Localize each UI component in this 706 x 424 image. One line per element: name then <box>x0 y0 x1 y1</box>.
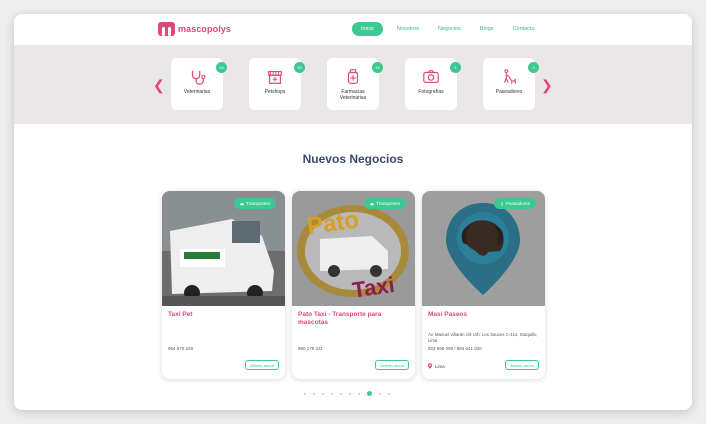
open-status-badge: Abierto ahora <box>504 360 539 370</box>
category-paseadores[interactable]: 3 Paseadores <box>483 58 539 110</box>
category-count-badge: 3 <box>528 62 539 73</box>
category-tag-label: Transportes <box>246 201 270 206</box>
walker-icon <box>501 201 503 206</box>
shop-icon <box>268 71 282 84</box>
site-header: mascopolys Inicio Nosotros Negocios Blog… <box>14 14 692 45</box>
category-tag: Transportes <box>364 198 406 209</box>
category-tag-label: Transportes <box>376 201 400 206</box>
business-address: Av. Manuel Villarán c/8 Urb. Los Sauces … <box>428 332 538 343</box>
category-tag: Paseadores <box>493 198 536 209</box>
business-phone: 954 670 229 <box>168 346 194 351</box>
carousel-prev-icon[interactable]: ❮ <box>153 78 165 92</box>
main-nav: Inicio Nosotros Negocios Blogs Contacto <box>352 22 554 36</box>
dog-walker-icon <box>503 69 517 84</box>
pagination-dot[interactable] <box>358 392 360 395</box>
pagination-dot[interactable] <box>313 392 315 395</box>
category-carousel: ❮ 44 Veterinarias 33 Petshops 15 Farmaci… <box>14 45 692 124</box>
category-veterinarias[interactable]: 44 Veterinarias <box>171 58 227 110</box>
category-petshops[interactable]: 33 Petshops <box>249 58 305 110</box>
business-name[interactable]: Pato Taxi - Transporte para mascotas <box>298 311 410 327</box>
nav-item-nosotros[interactable]: Nosotros <box>397 22 419 36</box>
business-phone: 990 179 311 <box>298 346 323 351</box>
nav-item-negocios[interactable]: Negocios <box>438 22 461 36</box>
business-district: Lima <box>428 363 445 369</box>
category-tag-label: Paseadores <box>505 201 530 206</box>
category-fotografias[interactable]: 1 Fotografías <box>405 58 461 110</box>
open-status-badge: Abierto ahora <box>374 360 409 370</box>
category-count-badge: 1 <box>450 62 461 73</box>
nav-item-inicio[interactable]: Inicio <box>352 22 383 36</box>
browser-window: mascopolys Inicio Nosotros Negocios Blog… <box>14 14 692 410</box>
pagination-dot[interactable] <box>349 392 351 395</box>
pagination-dot[interactable] <box>379 392 381 395</box>
open-status-badge: Abierto ahora <box>244 360 279 370</box>
nav-item-contacto[interactable]: Contacto <box>513 22 535 36</box>
category-count-badge: 33 <box>294 62 305 73</box>
carousel-next-icon[interactable]: ❯ <box>541 78 553 92</box>
site-logo[interactable]: mascopolys <box>158 22 231 36</box>
carousel-pagination <box>304 391 390 396</box>
category-label: Farmacias Veterinarias <box>339 89 367 101</box>
location-pin-icon <box>428 363 432 369</box>
category-count-badge: 15 <box>372 62 383 73</box>
taxi-icon <box>370 202 374 205</box>
section-title: Nuevos Negocios <box>302 152 404 166</box>
pagination-dot[interactable] <box>322 392 324 395</box>
district-label: Lima <box>435 363 445 369</box>
business-name[interactable]: Taxi Pet <box>168 311 280 319</box>
pagination-dot-active[interactable] <box>367 391 372 396</box>
business-card-pato-taxi[interactable]: Pato Taxi Transportes Pato Taxi - Transp… <box>292 191 415 379</box>
nav-item-blogs[interactable]: Blogs <box>480 22 494 36</box>
category-label: Veterinarias <box>183 89 211 95</box>
category-tag: Transportes <box>234 198 276 209</box>
category-label: Paseadores <box>495 89 523 95</box>
category-label: Fotografías <box>418 89 444 95</box>
medicine-bottle-icon <box>347 69 359 84</box>
category-farmacias[interactable]: 15 Farmacias Veterinarias <box>327 58 383 110</box>
business-card-masi-paseos[interactable]: Paseadores Masi Paseos Av. Manuel Villar… <box>422 191 545 379</box>
business-card-taxi-pet[interactable]: Transportes Taxi Pet 954 670 229 Abierto… <box>162 191 285 379</box>
pagination-dot[interactable] <box>340 392 342 395</box>
business-name[interactable]: Masi Paseos <box>428 311 540 319</box>
category-count-badge: 44 <box>216 62 227 73</box>
taxi-icon <box>240 202 244 205</box>
logo-mark-icon <box>158 22 175 36</box>
pagination-dot[interactable] <box>304 392 306 395</box>
stethoscope-icon <box>191 70 206 85</box>
business-phone: 922 696 009 / 994 641 020 <box>428 346 482 351</box>
logo-text: mascopolys <box>178 24 232 34</box>
pagination-dot[interactable] <box>388 392 390 395</box>
pagination-dot[interactable] <box>331 392 333 395</box>
camera-icon <box>423 70 439 83</box>
category-label: Petshops <box>264 89 286 95</box>
